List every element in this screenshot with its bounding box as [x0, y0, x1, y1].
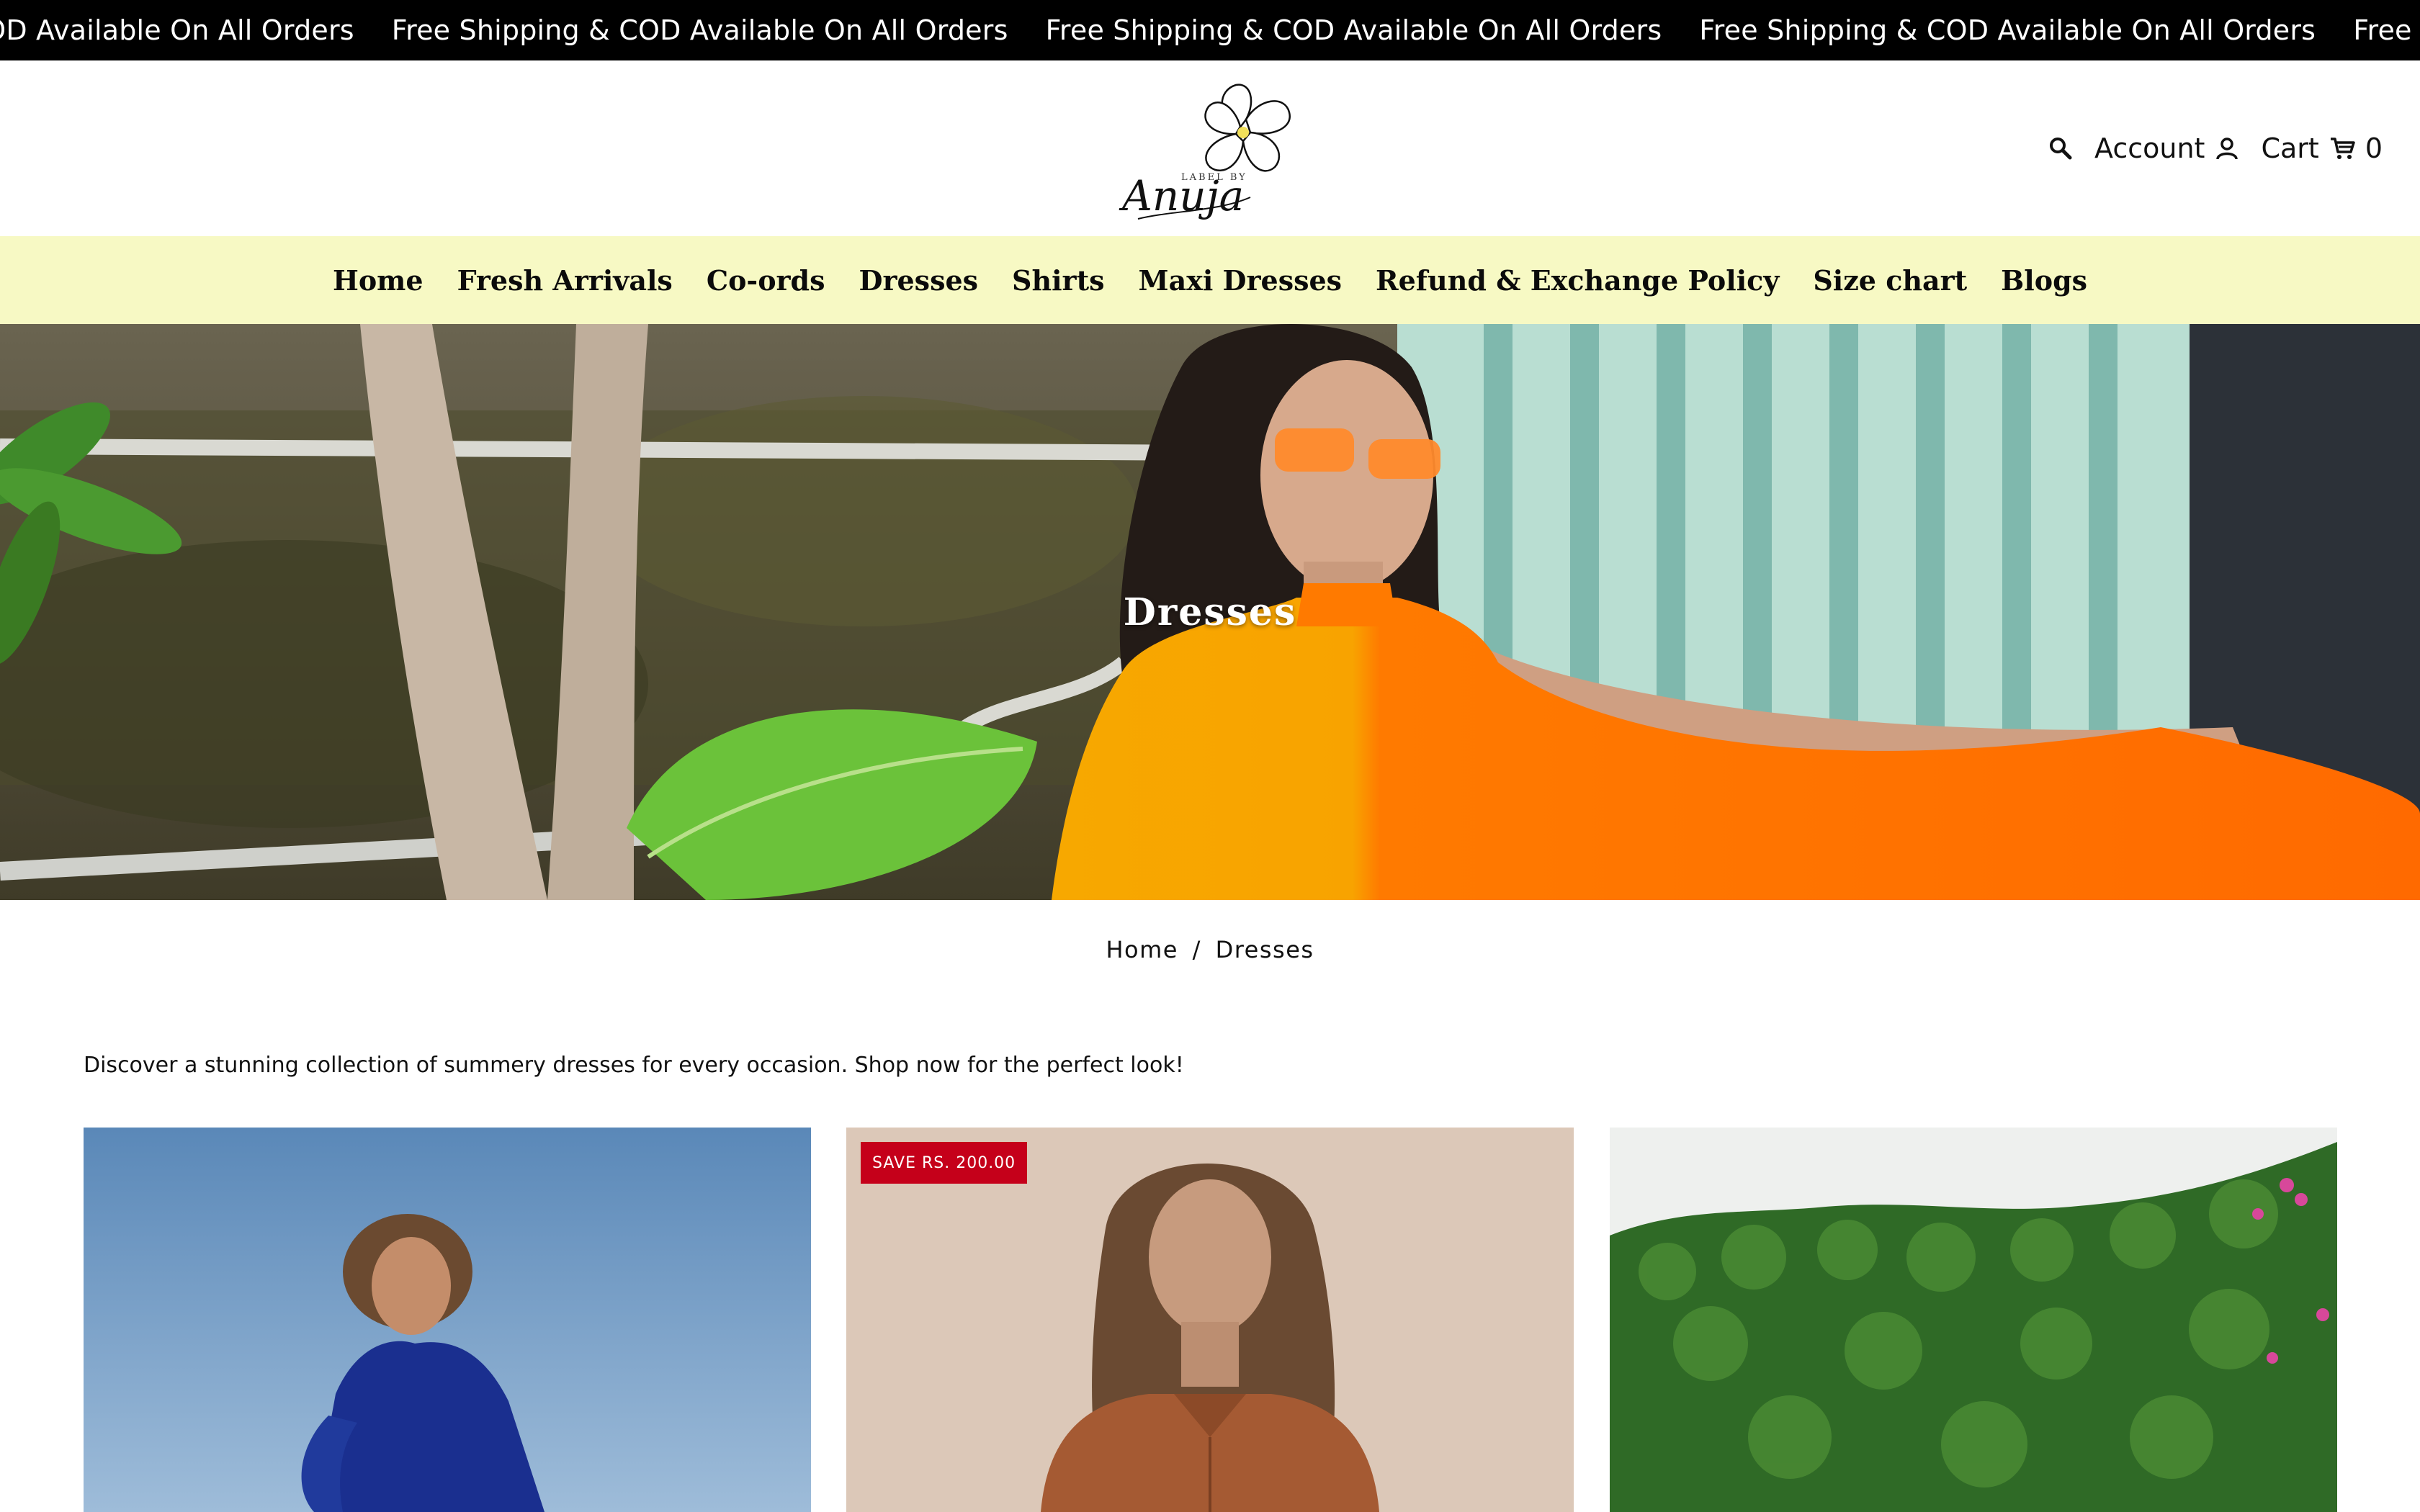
collection-description: Discover a stunning collection of summer…: [84, 1053, 1184, 1078]
cart-count: 0: [2365, 132, 2383, 164]
header-actions: Account Cart 0: [2048, 60, 2383, 236]
nav-item-blogs[interactable]: Blogs: [2001, 264, 2087, 297]
product-card[interactable]: [1610, 1128, 2337, 1512]
search-icon: [2050, 138, 2072, 160]
hero-image: [0, 324, 2420, 900]
account-link[interactable]: Account: [2094, 132, 2239, 164]
breadcrumb-current: Dresses: [1215, 936, 1314, 963]
announcement-bar: Free Shipping & COD Available On All Ord…: [0, 0, 2420, 60]
breadcrumb-home-link[interactable]: Home: [1106, 936, 1178, 963]
nav-item-fresh-arrivals[interactable]: Fresh Arrivals: [457, 264, 673, 297]
collection-hero-banner: Dresses: [0, 324, 2420, 900]
nav-item-co-ords[interactable]: Co-ords: [707, 264, 825, 297]
announcement-text: Free Shipping & COD Available On All Ord…: [1699, 14, 2316, 46]
announcement-text: Free Shipping & COD Available On All Ord…: [0, 14, 354, 46]
search-button[interactable]: [2048, 136, 2073, 161]
cart-label: Cart: [2261, 132, 2319, 164]
nav-item-size-chart[interactable]: Size chart: [1813, 264, 1967, 297]
product-card[interactable]: SAVE RS. 200.00: [846, 1128, 1574, 1512]
nav-item-home[interactable]: Home: [333, 264, 424, 297]
product-image: [84, 1128, 811, 1512]
nav-item-refund-exchange-policy[interactable]: Refund & Exchange Policy: [1376, 264, 1779, 297]
announcement-text: Free Shipping & COD Available On All Ord…: [2353, 14, 2420, 46]
breadcrumb-separator: /: [1192, 936, 1201, 963]
product-image: [846, 1128, 1574, 1512]
cart-link[interactable]: Cart 0: [2261, 132, 2383, 164]
sale-badge: SAVE RS. 200.00: [861, 1142, 1028, 1184]
logo-text-anuja: Anuja: [1119, 171, 1244, 220]
account-icon: [2216, 138, 2238, 160]
announcement-text: Free Shipping & COD Available On All Ord…: [1045, 14, 1662, 46]
nav-item-dresses[interactable]: Dresses: [859, 264, 979, 297]
plumeria-logo-image: LABEL BY Anuja: [1119, 84, 1291, 220]
site-header: LABEL BY Anuja Account Cart 0: [0, 60, 2420, 236]
nav-item-shirts[interactable]: Shirts: [1012, 264, 1104, 297]
main-navigation: Home Fresh Arrivals Co-ords Dresses Shir…: [0, 236, 2420, 324]
product-card[interactable]: [84, 1128, 811, 1512]
announcement-text: Free Shipping & COD Available On All Ord…: [391, 14, 1008, 46]
announcement-marquee: Free Shipping & COD Available On All Ord…: [0, 0, 2420, 60]
product-image: [1610, 1128, 2337, 1512]
breadcrumb: Home / Dresses: [0, 936, 2420, 963]
account-label: Account: [2094, 132, 2205, 164]
nav-item-maxi-dresses[interactable]: Maxi Dresses: [1139, 264, 1343, 297]
store-logo[interactable]: LABEL BY Anuja: [1109, 69, 1311, 229]
cart-icon: [2330, 138, 2355, 159]
